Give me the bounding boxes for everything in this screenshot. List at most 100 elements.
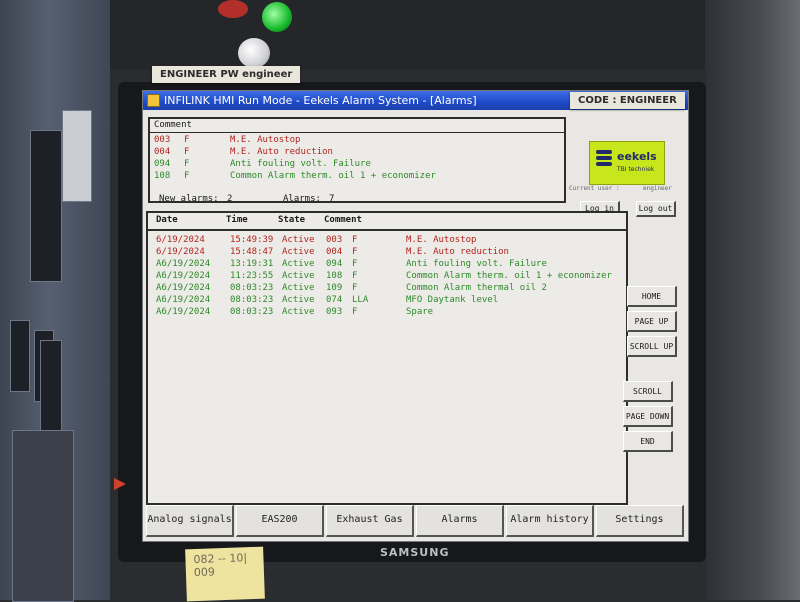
- tab-analog-signals[interactable]: Analog signals: [146, 505, 234, 537]
- table-header: Date Time State Comment: [148, 213, 626, 231]
- alarm-type: F: [184, 159, 190, 169]
- cell-type: F: [352, 259, 358, 269]
- alarm-comment: Anti fouling volt. Failure: [230, 159, 371, 169]
- alarm-type: F: [184, 147, 190, 157]
- home-button[interactable]: HOME: [627, 286, 677, 307]
- page-up-button[interactable]: PAGE UP: [627, 311, 677, 332]
- cell-state: Active: [282, 283, 315, 293]
- active-alarm-row[interactable]: 094 F Anti fouling volt. Failure: [154, 158, 371, 170]
- cell-time: 08:03:23: [230, 283, 274, 293]
- green-indicator-lamp: [262, 2, 292, 32]
- active-alarms-header: Comment: [150, 119, 564, 133]
- cell-time: 08:03:23: [230, 307, 274, 317]
- logo-name: eekels: [617, 150, 657, 163]
- tab-settings[interactable]: Settings: [596, 505, 684, 537]
- panel-door: [12, 430, 74, 602]
- tab-alarms[interactable]: Alarms: [416, 505, 504, 537]
- cell-code: 108: [326, 271, 343, 281]
- alarm-code: 003: [154, 135, 171, 145]
- cell-code: 004: [326, 247, 343, 257]
- cell-date: 6/19/2024: [156, 235, 205, 245]
- cell-type: F: [352, 307, 358, 317]
- alarm-history-table: Date Time State Comment 6/19/2024 15:49:3…: [146, 211, 628, 505]
- control-panel-left: [0, 0, 110, 602]
- code-tag: CODE : ENGINEER: [570, 92, 685, 109]
- active-alarm-row[interactable]: 108 F Common Alarm therm. oil 1 + economiz…: [154, 170, 436, 182]
- alarm-code: 094: [154, 159, 171, 169]
- column-time[interactable]: Time: [226, 215, 248, 225]
- cell-type: F: [352, 271, 358, 281]
- new-alarms-label: New alarms:: [159, 194, 219, 204]
- cell-type: LLA: [352, 295, 369, 305]
- cell-comment: MFO Daytank level: [406, 295, 499, 305]
- alarms-label: Alarms:: [283, 194, 321, 204]
- alarm-type: F: [184, 171, 190, 181]
- sticky-note: 082 -- 10| 009: [185, 546, 265, 602]
- tab-alarm-history[interactable]: Alarm history: [506, 505, 594, 537]
- window-title: INFILINK HMI Run Mode - Eekels Alarm Sys…: [164, 94, 477, 107]
- cell-time: 08:03:23: [230, 295, 274, 305]
- panel-gauge: [10, 320, 30, 392]
- alarm-comment: Common Alarm therm. oil 1 + economizer: [230, 171, 436, 181]
- cabinet-right: [705, 0, 800, 600]
- current-user-value: engineer: [643, 185, 672, 192]
- cell-state: Active: [282, 259, 315, 269]
- cell-code: 074: [326, 295, 343, 305]
- cell-comment: Anti fouling volt. Failure: [406, 259, 547, 269]
- bottom-tab-bar: Analog signals EAS200 Exhaust Gas Alarms…: [146, 505, 684, 537]
- table-row[interactable]: A6/19/2024 11:23:55 Active 108 F Common Alarm…: [152, 270, 622, 282]
- alarm-comment: M.E. Auto reduction: [230, 147, 333, 157]
- table-row[interactable]: 6/19/2024 15:48:47 Active 004 F M.E. Auto red…: [152, 246, 622, 258]
- cell-comment: M.E. Autostop: [406, 235, 477, 245]
- scroll-up-button[interactable]: SCROLL UP: [627, 336, 677, 357]
- cell-comment: Common Alarm thermal oil 2: [406, 283, 547, 293]
- cell-time: 11:23:55: [230, 271, 274, 281]
- active-alarm-row[interactable]: 003 F M.E. Autostop: [154, 134, 300, 146]
- table-row[interactable]: A6/19/2024 08:03:23 Active 093 F Spare: [152, 306, 622, 318]
- panel-label-plate: [62, 110, 92, 202]
- active-alarm-row[interactable]: 004 F M.E. Auto reduction: [154, 146, 333, 158]
- hmi-window: INFILINK HMI Run Mode - Eekels Alarm Sys…: [142, 90, 689, 542]
- cell-state: Active: [282, 295, 315, 305]
- table-row[interactable]: 6/19/2024 15:49:39 Active 003 F M.E. Autostop: [152, 234, 622, 246]
- logo-subtitle: TBI techniek: [617, 166, 655, 173]
- tab-exhaust-gas[interactable]: Exhaust Gas: [326, 505, 414, 537]
- red-indicator-lamp: [218, 0, 248, 18]
- cell-state: Active: [282, 247, 315, 257]
- cell-comment: Spare: [406, 307, 434, 317]
- alarm-code: 004: [154, 147, 171, 157]
- active-alarms-panel: Comment 003 F M.E. Autostop 004 F M.E. Auto r…: [148, 117, 566, 203]
- tab-eas200[interactable]: EAS200: [236, 505, 324, 537]
- end-button[interactable]: END: [623, 431, 673, 452]
- app-icon: [147, 94, 160, 107]
- monitor-brand: SAMSUNG: [380, 546, 450, 559]
- table-row[interactable]: A6/19/2024 08:03:23 Active 074 LLA MFO Daytan…: [152, 294, 622, 306]
- white-indicator-lamp: [238, 38, 270, 68]
- cell-state: Active: [282, 235, 315, 245]
- column-date[interactable]: Date: [156, 215, 178, 225]
- cell-date: A6/19/2024: [156, 271, 211, 281]
- scroll-down-button[interactable]: SCROLL DOWN: [623, 381, 673, 415]
- logout-button[interactable]: Log out: [636, 201, 676, 217]
- page-down-button[interactable]: PAGE DOWN: [623, 406, 673, 427]
- cell-date: A6/19/2024: [156, 259, 211, 269]
- current-user-label: Current user :: [569, 185, 620, 192]
- table-row[interactable]: A6/19/2024 13:19:31 Active 094 F Anti fouling…: [152, 258, 622, 270]
- cell-code: 003: [326, 235, 343, 245]
- column-state[interactable]: State: [278, 215, 305, 225]
- cell-type: F: [352, 247, 358, 257]
- cell-type: F: [352, 283, 358, 293]
- eekels-logo-icon: [596, 150, 612, 168]
- cell-date: A6/19/2024: [156, 283, 211, 293]
- cell-time: 13:19:31: [230, 259, 274, 269]
- panel-switch: [30, 130, 62, 282]
- cell-type: F: [352, 235, 358, 245]
- cell-time: 15:48:47: [230, 247, 274, 257]
- cell-date: 6/19/2024: [156, 247, 205, 257]
- cell-time: 15:49:39: [230, 235, 274, 245]
- table-row[interactable]: A6/19/2024 08:03:23 Active 109 F Common Alarm…: [152, 282, 622, 294]
- alarm-code: 108: [154, 171, 171, 181]
- cell-date: A6/19/2024: [156, 307, 211, 317]
- column-comment[interactable]: Comment: [324, 215, 362, 225]
- cell-code: 109: [326, 283, 343, 293]
